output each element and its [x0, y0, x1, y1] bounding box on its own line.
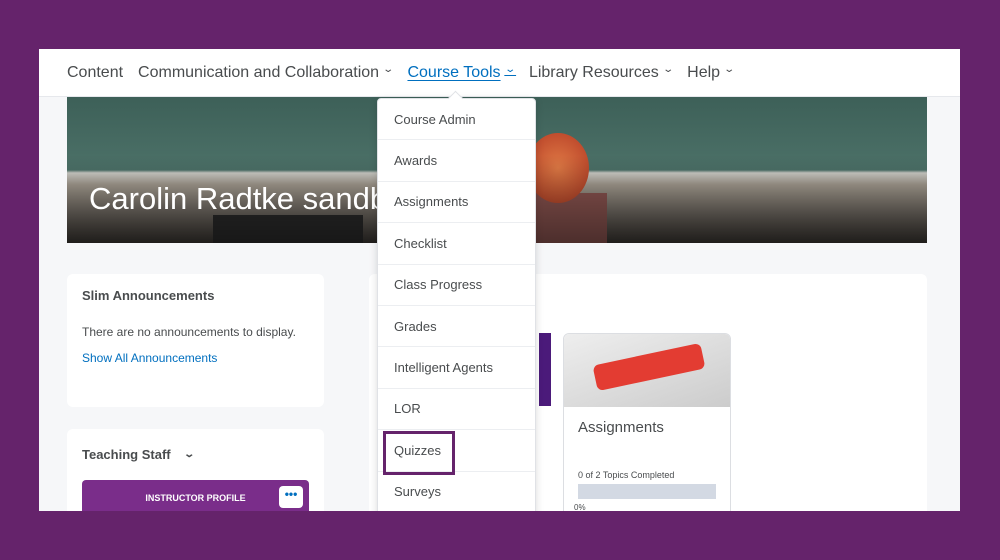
- nav-communication-and-collaboration[interactable]: Communication and Collaboration ⌄: [138, 63, 395, 82]
- profile-label: INSTRUCTOR PROFILE: [145, 493, 246, 503]
- browser-window: Content Communication and Collaboration ⌄ C…: [39, 49, 960, 511]
- course-navbar: Content Communication and Collaboration ⌄ C…: [39, 49, 960, 97]
- nav-course-tools[interactable]: Course Tools ⌄: [407, 63, 516, 82]
- nav-label: Communication and Collaboration: [138, 63, 380, 81]
- nav-label: Library Resources: [528, 63, 659, 81]
- tile-image: [564, 334, 730, 407]
- menu-item-course-admin[interactable]: Course Admin: [378, 99, 535, 141]
- announcements-widget: Slim Announcements There are no announce…: [67, 274, 324, 407]
- nav-content[interactable]: Content: [67, 64, 123, 82]
- show-all-announcements-link[interactable]: Show All Announcements: [82, 351, 217, 365]
- menu-item-grades[interactable]: Grades: [378, 306, 535, 348]
- menu-item-class-progress[interactable]: Class Progress: [378, 265, 535, 306]
- progress-text: 0 of 2 Topics Completed: [578, 470, 675, 480]
- course-title: Carolin Radtke sandbox: [89, 181, 420, 216]
- chevron-down-icon: ⌄: [723, 64, 736, 75]
- more-options-button[interactable]: •••: [279, 486, 303, 508]
- tile-title: Assignments: [578, 419, 664, 436]
- menu-item-quizzes[interactable]: Quizzes: [378, 430, 535, 476]
- instructor-profile-card[interactable]: INSTRUCTOR PROFILE •••: [82, 480, 309, 511]
- menu-item-lor[interactable]: LOR: [378, 389, 535, 431]
- menu-item-surveys[interactable]: Surveys: [378, 472, 535, 511]
- chevron-down-icon[interactable]: ⌄: [183, 449, 195, 460]
- nav-label: Content: [67, 63, 124, 81]
- widget-title: Teaching Staff: [82, 447, 171, 462]
- empty-message: There are no announcements to display.: [82, 325, 296, 339]
- menu-item-awards[interactable]: Awards: [378, 140, 535, 182]
- progress-percent: 0%: [574, 503, 586, 511]
- nav-label: Course Tools: [407, 63, 501, 81]
- menu-item-assignments[interactable]: Assignments: [378, 182, 535, 224]
- menu-item-intelligent-agents[interactable]: Intelligent Agents: [378, 347, 535, 389]
- module-tile-assignments[interactable]: Assignments 0 of 2 Topics Completed 0%: [563, 333, 731, 511]
- chevron-down-icon: ⌄: [382, 64, 395, 75]
- nav-label: Help: [687, 63, 721, 81]
- widget-title: Slim Announcements: [82, 288, 215, 303]
- chevron-down-icon: ⌄: [662, 64, 674, 75]
- course-tools-dropdown: Course Admin Awards Assignments Checklist Cl…: [377, 90, 536, 511]
- nav-help[interactable]: Help ⌄: [687, 63, 736, 82]
- pen-image: [592, 342, 706, 392]
- tile-image[interactable]: [539, 333, 551, 406]
- progress-bar: [578, 484, 716, 499]
- teaching-staff-widget: Teaching Staff ⌄ INSTRUCTOR PROFILE •••: [67, 429, 324, 511]
- chevron-down-icon: ⌄: [503, 64, 516, 75]
- menu-item-checklist[interactable]: Checklist: [378, 223, 535, 265]
- nav-library-resources[interactable]: Library Resources ⌄: [528, 63, 674, 82]
